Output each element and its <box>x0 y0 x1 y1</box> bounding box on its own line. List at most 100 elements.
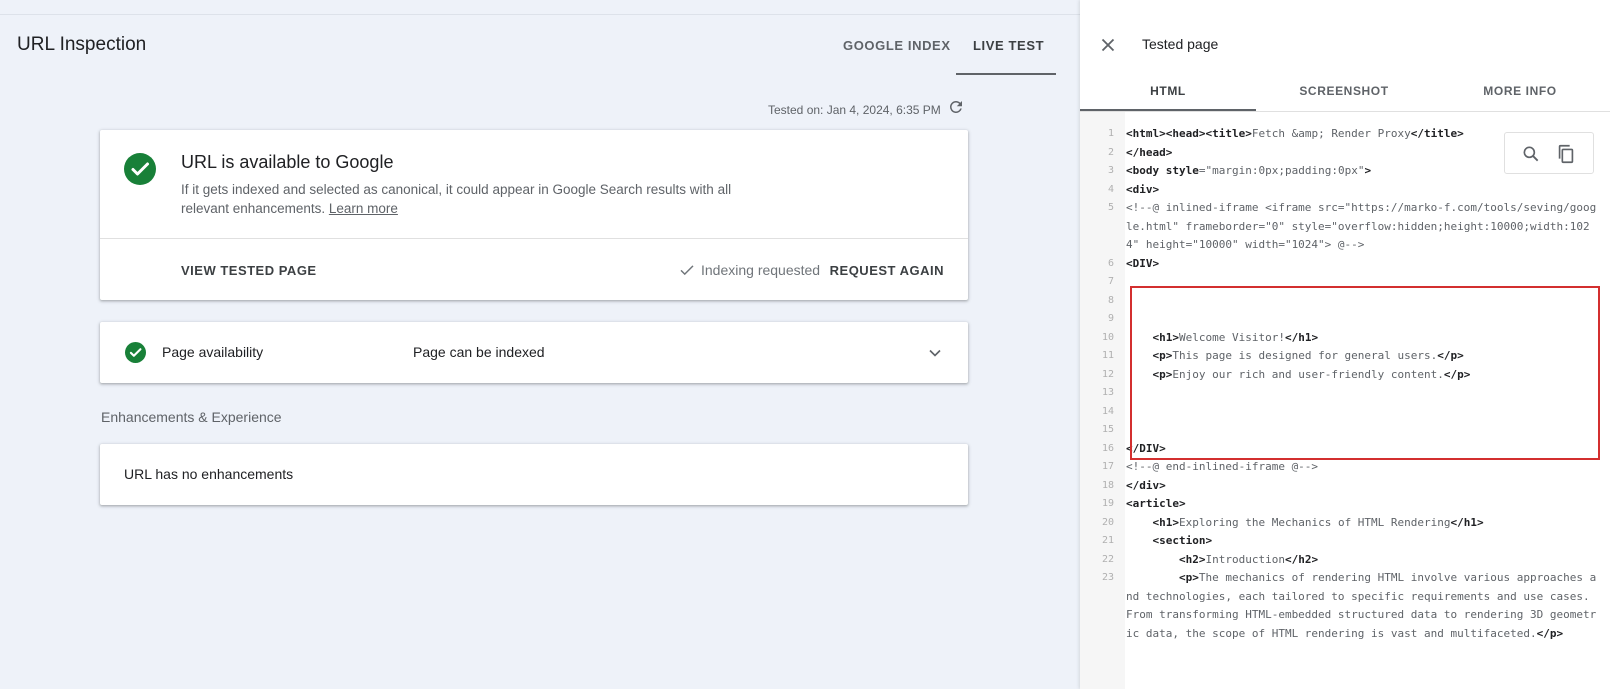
view-tested-page-button[interactable]: VIEW TESTED PAGE <box>181 263 317 278</box>
line-number: 15 <box>1101 424 1114 435</box>
panel-title: Tested page <box>1142 36 1219 52</box>
code-tag: </div> <box>1126 478 1166 492</box>
tab-screenshot[interactable]: SCREENSHOT <box>1256 84 1432 98</box>
checkmark-icon <box>680 265 694 276</box>
line-number: 8 <box>1107 294 1114 306</box>
code-tag: <section> <box>1152 534 1213 547</box>
code-content: <!--@ end-inlined-iframe @--> <box>1126 460 1319 473</box>
line-number: 22 <box>1101 553 1114 565</box>
code-content <box>1126 534 1153 547</box>
code-tag: > <box>1364 164 1372 177</box>
code-tag: <div> <box>1126 182 1160 196</box>
tab-google-index[interactable]: GOOGLE INDEX <box>843 38 951 53</box>
tab-more-info[interactable]: MORE INFO <box>1432 84 1608 98</box>
page-title: URL Inspection <box>17 34 147 55</box>
code-tag: <html><head><title> <box>1126 127 1252 140</box>
status-description-text: If it gets indexed and selected as canon… <box>181 182 732 216</box>
card-divider <box>100 238 968 239</box>
line-number: 9 <box>1107 313 1114 324</box>
code-line: 23 <p>The mechanics of rendering HTML in… <box>1080 569 1610 643</box>
code-tag: </h2> <box>1284 552 1319 566</box>
line-number: 6 <box>1107 257 1114 269</box>
code-tag: <DIV> <box>1126 256 1160 270</box>
line-number: 5 <box>1107 202 1114 213</box>
code-content <box>1126 516 1153 529</box>
code-line: 22 <h2>Introduction</h2> <box>1080 551 1610 570</box>
line-number: 4 <box>1107 183 1114 195</box>
code-text: <DIV> <box>1118 255 1598 274</box>
code-text: <article> <box>1118 495 1598 514</box>
code-content <box>1126 571 1179 584</box>
code-tag: <h2> <box>1178 552 1206 566</box>
code-line: 19 <article> <box>1080 495 1610 514</box>
code-line: 20 <h1>Exploring the Mechanics of HTML R… <box>1080 514 1610 533</box>
availability-value: Page can be indexed <box>413 344 545 360</box>
line-number: 17 <box>1101 461 1114 472</box>
tab-live-test[interactable]: LIVE TEST <box>973 38 1044 53</box>
code-content: Fetch &amp; Render Proxy <box>1251 127 1411 140</box>
status-title: URL is available to Google <box>181 152 394 172</box>
code-tag: </h1> <box>1450 515 1484 529</box>
code-text: <p>The mechanics of rendering HTML invol… <box>1118 569 1598 643</box>
chevron-down-icon[interactable] <box>925 343 945 363</box>
check-circle-icon <box>124 153 156 185</box>
code-line: 17 <!--@ end-inlined-iframe @--> <box>1080 458 1610 477</box>
line-number: 7 <box>1107 276 1114 287</box>
code-tag: style <box>1165 164 1199 177</box>
code-tag: <body <box>1126 164 1166 177</box>
code-text: </div> <box>1118 477 1598 496</box>
close-icon[interactable] <box>1097 34 1119 56</box>
code-text: <!--@ inlined-iframe <iframe src="https:… <box>1118 199 1598 255</box>
line-number: 12 <box>1101 368 1114 380</box>
code-tag: </title> <box>1410 127 1464 140</box>
line-number: 18 <box>1101 479 1114 491</box>
indexing-status: Indexing requested <box>701 262 821 278</box>
line-number: 14 <box>1101 405 1114 417</box>
line-number: 10 <box>1101 331 1114 343</box>
main-area: URL Inspection GOOGLE INDEX LIVE TEST Te… <box>0 0 1080 689</box>
check-circle-icon <box>125 342 146 363</box>
refresh-icon[interactable] <box>947 98 965 116</box>
enhancements-card: URL has no enhancements <box>100 444 968 505</box>
code-tag: </head> <box>1126 145 1173 159</box>
top-divider <box>0 14 1080 15</box>
code-text: <h1>Exploring the Mechanics of HTML Rend… <box>1118 514 1598 533</box>
line-number: 2 <box>1107 146 1114 158</box>
code-content: ="margin:0px;padding:0px" <box>1198 164 1365 177</box>
code-text: <div> <box>1118 181 1598 200</box>
code-tag: <p> <box>1178 571 1199 584</box>
code-tag: <article> <box>1126 497 1186 510</box>
code-content: Exploring the Mechanics of HTML Renderin… <box>1179 515 1451 529</box>
url-status-card: URL is available to Google If it gets in… <box>100 130 968 300</box>
status-description: If it gets indexed and selected as canon… <box>181 180 741 218</box>
code-line: 4 <div> <box>1080 181 1610 200</box>
code-line: 21 <section> <box>1080 532 1610 551</box>
page-availability-row[interactable]: Page availability Page can be indexed <box>100 322 968 383</box>
line-number: 16 <box>1101 442 1114 454</box>
code-line: 6 <DIV> <box>1080 255 1610 274</box>
code-text: <!--@ end-inlined-iframe @--> <box>1118 458 1598 477</box>
line-number: 19 <box>1101 498 1114 509</box>
line-number: 1 <box>1107 128 1114 139</box>
tab-html[interactable]: HTML <box>1080 84 1256 98</box>
line-number: 21 <box>1101 535 1114 546</box>
code-tag: </p> <box>1536 626 1564 640</box>
search-icon[interactable] <box>1521 144 1541 164</box>
code-line: 18 </div> <box>1080 477 1610 496</box>
no-enhancements-message: URL has no enhancements <box>124 466 294 482</box>
line-number: 13 <box>1101 387 1114 398</box>
code-content: Introduction <box>1205 552 1285 566</box>
availability-label: Page availability <box>162 344 264 360</box>
code-tag: <h1> <box>1152 515 1180 529</box>
learn-more-link[interactable]: Learn more <box>329 201 398 216</box>
active-tab-indicator <box>956 73 1056 75</box>
line-number: 23 <box>1101 572 1114 583</box>
code-text: <h2>Introduction</h2> <box>1118 551 1598 570</box>
code-content <box>1126 553 1179 566</box>
code-toolbar <box>1504 132 1594 174</box>
copy-icon[interactable] <box>1555 143 1577 165</box>
enhancements-section-title: Enhancements & Experience <box>101 409 282 425</box>
line-number: 3 <box>1107 165 1114 176</box>
request-again-button[interactable]: REQUEST AGAIN <box>830 263 944 278</box>
line-number: 20 <box>1101 516 1114 528</box>
